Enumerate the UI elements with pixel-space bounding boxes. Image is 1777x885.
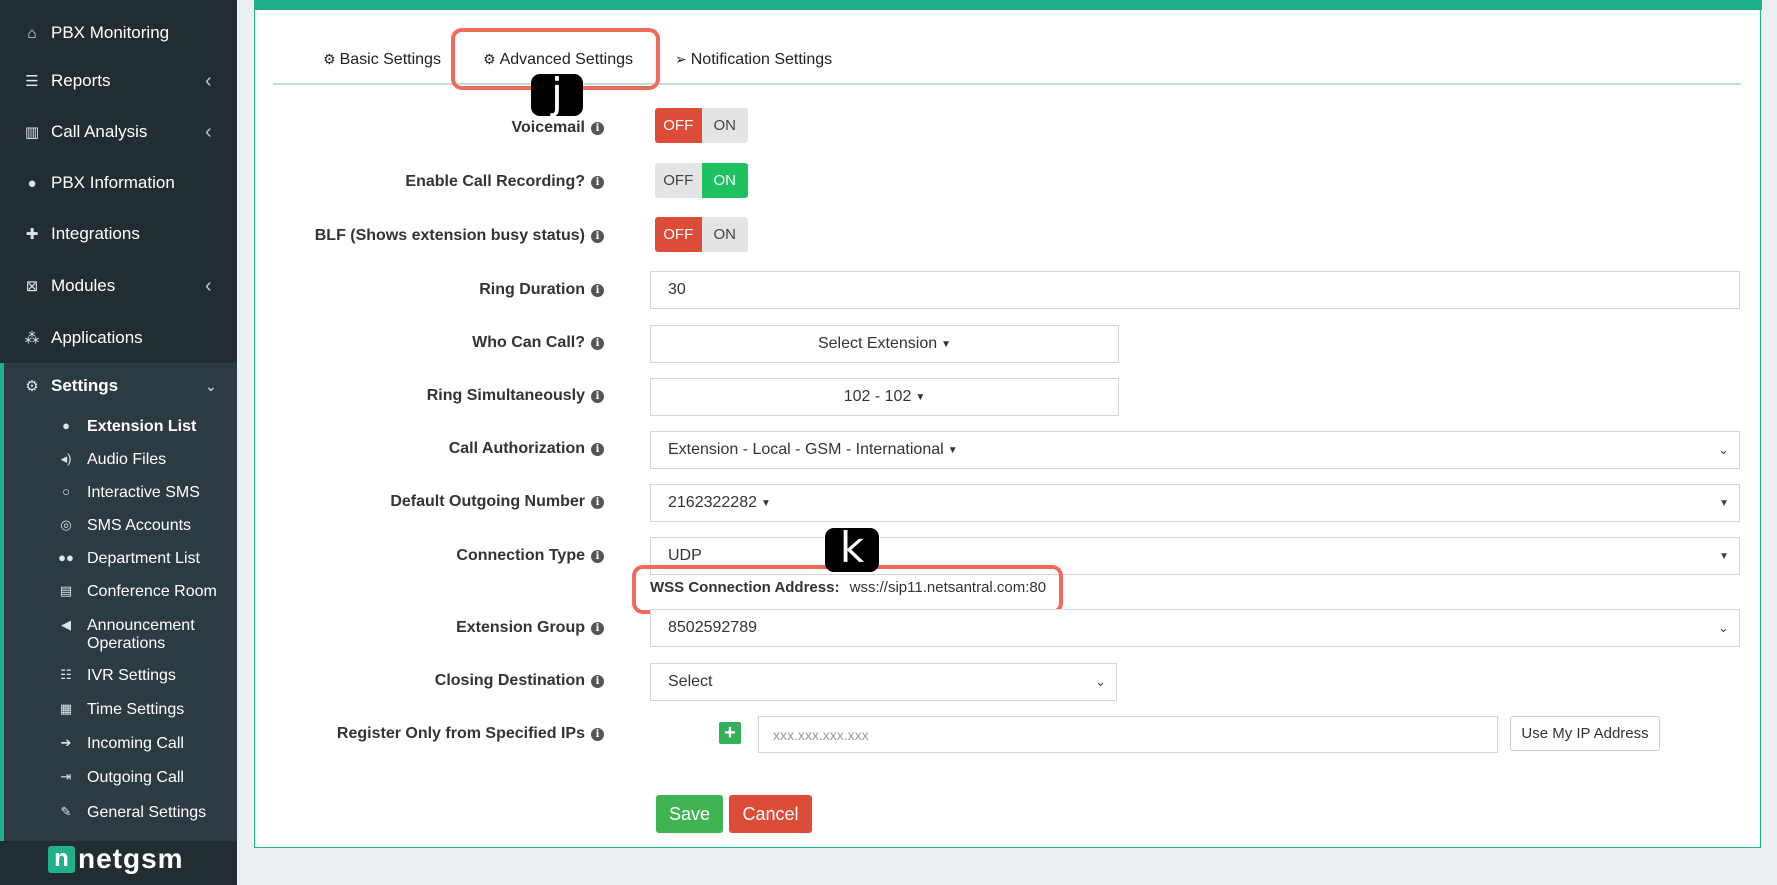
- call-authorization-label: Call Authorization i: [449, 440, 604, 458]
- sidebar-item-pbx-information[interactable]: ● PBX Information: [0, 170, 237, 196]
- call-recording-toggle[interactable]: OFF ON: [655, 163, 748, 198]
- ip-address-input[interactable]: xxx.xxx.xxx.xxx: [758, 716, 1498, 753]
- toggle-on[interactable]: ON: [701, 217, 748, 252]
- caret-down-icon: ▼: [1719, 497, 1729, 509]
- bar-chart-icon: ▥: [24, 124, 40, 141]
- gear-icon: ⚙: [323, 51, 336, 67]
- caret-down-icon: ▼: [1719, 550, 1729, 562]
- chevron-left-icon: ‹: [205, 69, 212, 92]
- list-ol-icon: ☷: [60, 667, 72, 682]
- ring-duration-input[interactable]: 30: [650, 271, 1740, 309]
- info-icon: i: [591, 122, 604, 135]
- use-my-ip-button[interactable]: Use My IP Address: [1510, 716, 1660, 751]
- user-icon: ●: [62, 418, 70, 433]
- info-icon: ●: [27, 174, 37, 192]
- home-icon: ⌂: [27, 24, 37, 42]
- ring-simultaneously-dropdown[interactable]: 102 - 102 ▼: [650, 378, 1119, 416]
- info-icon: i: [591, 622, 604, 635]
- users-icon: ●●: [58, 550, 74, 565]
- sidebar-item-integrations[interactable]: ✚ Integrations: [0, 221, 237, 247]
- wrench-icon: ✎: [60, 804, 72, 819]
- voicemail-toggle[interactable]: OFF ON: [655, 108, 748, 143]
- sidebar: ⌂ PBX Monitoring ☰ Reports ‹ ▥ Call Anal…: [0, 0, 237, 885]
- info-icon: i: [591, 443, 604, 456]
- sign-out-icon: ⇥: [60, 769, 72, 784]
- add-ip-button[interactable]: +: [719, 722, 741, 744]
- call-authorization-select[interactable]: Extension - Local - GSM - International ▼…: [650, 431, 1740, 469]
- gear-icon: ⚙: [25, 378, 39, 395]
- sidebar-item-pbx-monitoring[interactable]: ⌂ PBX Monitoring: [0, 20, 237, 46]
- register-ips-label: Register Only from Specified IPs i: [337, 725, 604, 743]
- connection-type-label: Connection Type i: [456, 547, 604, 565]
- chevron-down-icon: ⌄: [1718, 620, 1729, 635]
- toggle-off[interactable]: OFF: [655, 108, 702, 143]
- caret-down-icon: ▼: [941, 338, 952, 350]
- info-icon: i: [591, 284, 604, 297]
- info-icon: i: [591, 675, 604, 688]
- sidebar-item-applications[interactable]: ⁂ Applications: [0, 325, 237, 351]
- chevron-left-icon: ‹: [205, 274, 212, 297]
- sidebar-item-settings[interactable]: ⚙ Settings ⌄: [0, 373, 237, 399]
- toggle-on[interactable]: ON: [701, 108, 748, 143]
- top-accent-bar: [255, 0, 1762, 10]
- ring-simultaneously-label: Ring Simultaneously i: [427, 387, 604, 405]
- bullhorn-icon: ◀: [61, 617, 71, 632]
- who-can-call-label: Who Can Call? i: [472, 334, 604, 352]
- blf-label: BLF (Shows extension busy status) i: [315, 227, 604, 245]
- caret-down-icon: ▼: [915, 391, 926, 403]
- sidebar-item-call-analysis[interactable]: ▥ Call Analysis ‹: [0, 119, 237, 145]
- save-button[interactable]: Save: [656, 795, 723, 833]
- puzzle-icon: ✚: [25, 226, 39, 243]
- settings-menu: ⚙ Settings ⌄ ● Extension List ◂) Audio F…: [0, 363, 237, 841]
- extension-group-label: Extension Group i: [456, 619, 604, 637]
- list-icon: ☰: [25, 73, 39, 90]
- info-icon: i: [591, 176, 604, 189]
- content-panel: ⚙ Basic Settings ⚙ Advanced Settings ➢ Noti…: [254, 0, 1762, 848]
- apps-icon: ⁂: [24, 330, 40, 347]
- extension-group-select[interactable]: 8502592789 ⌄: [650, 609, 1740, 647]
- paper-plane-icon: ➢: [675, 51, 687, 67]
- info-icon: i: [591, 230, 604, 243]
- who-can-call-dropdown[interactable]: Select Extension ▼: [650, 325, 1119, 363]
- calendar-icon: ▦: [59, 701, 73, 716]
- default-outgoing-number-select[interactable]: 2162322282 ▼ ▼: [650, 484, 1740, 522]
- chevron-down-icon: ⌄: [1095, 674, 1106, 689]
- chevron-down-icon: ⌄: [1718, 442, 1729, 457]
- toggle-on[interactable]: ON: [701, 163, 748, 198]
- plus-icon: +: [724, 722, 736, 744]
- info-icon: i: [591, 728, 604, 741]
- toggle-off[interactable]: OFF: [655, 217, 702, 252]
- toggle-off[interactable]: OFF: [655, 163, 702, 198]
- marker-j: j: [531, 73, 583, 116]
- call-recording-label: Enable Call Recording? i: [405, 173, 604, 191]
- caret-down-icon: ▼: [760, 497, 771, 509]
- info-icon: i: [591, 337, 604, 350]
- cancel-button[interactable]: Cancel: [729, 795, 812, 833]
- volume-icon: ◂): [60, 451, 72, 466]
- marker-k: k: [825, 527, 879, 572]
- netgsm-logo: n netgsm: [48, 843, 184, 875]
- conference-icon: ▤: [59, 583, 73, 598]
- chevron-down-icon: ⌄: [205, 377, 217, 394]
- info-icon: i: [591, 390, 604, 403]
- sidebar-item-reports[interactable]: ☰ Reports ‹: [0, 68, 237, 94]
- chevron-left-icon: ‹: [205, 120, 212, 143]
- sidebar-item-modules[interactable]: ⊠ Modules ‹: [0, 273, 237, 299]
- voicemail-label: Voicemail i: [511, 119, 604, 137]
- closing-destination-select[interactable]: Select ⌄: [650, 663, 1117, 701]
- info-icon: i: [591, 496, 604, 509]
- tab-notification-settings[interactable]: ➢ Notification Settings: [675, 51, 832, 69]
- ring-duration-label: Ring Duration i: [479, 281, 604, 299]
- blf-toggle[interactable]: OFF ON: [655, 217, 748, 252]
- default-outgoing-number-label: Default Outgoing Number i: [390, 493, 604, 511]
- wss-connection-address: WSS Connection Address: wss://sip11.nets…: [650, 579, 1047, 596]
- chat-icon: ○: [62, 484, 70, 499]
- info-icon: i: [591, 550, 604, 563]
- tab-basic-settings[interactable]: ⚙ Basic Settings: [323, 51, 441, 69]
- sign-in-icon: ➔: [60, 735, 72, 750]
- chat-bubbles-icon: ◎: [60, 517, 72, 532]
- modules-icon: ⊠: [25, 278, 39, 295]
- closing-destination-label: Closing Destination i: [435, 672, 604, 690]
- caret-down-icon: ▼: [947, 444, 958, 456]
